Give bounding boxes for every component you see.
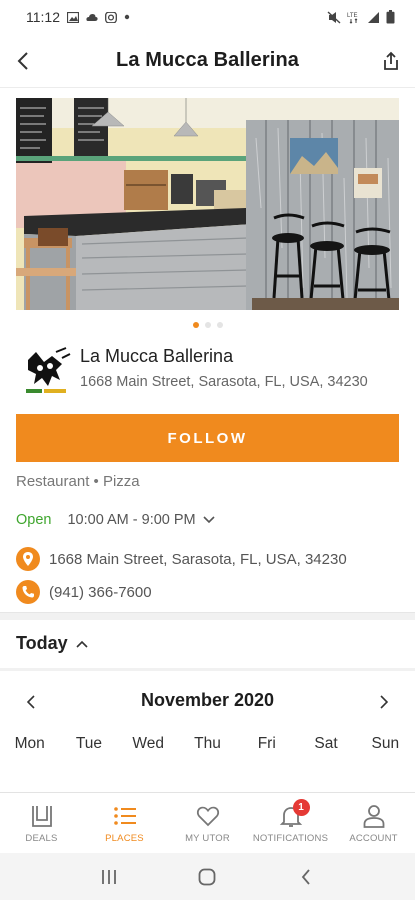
calendar-header: November 2020 bbox=[0, 686, 415, 716]
bottom-nav: DEALS PLACES MY UTOR 1 NOTIFICATIONS ACC… bbox=[0, 792, 415, 852]
image-icon bbox=[67, 11, 79, 23]
person-icon bbox=[363, 805, 384, 828]
location-pin-icon bbox=[16, 547, 40, 571]
weekday-sat: Sat bbox=[314, 735, 338, 752]
chevron-down-icon bbox=[203, 516, 215, 524]
nav-label: DEALS bbox=[25, 833, 58, 844]
share-icon bbox=[384, 51, 398, 70]
phone-icon bbox=[16, 580, 40, 604]
nav-my-utor[interactable]: MY UTOR bbox=[166, 793, 249, 852]
app-header: La Mucca Ballerina bbox=[0, 34, 415, 88]
nav-label: PLACES bbox=[105, 833, 144, 844]
hours-range: 10:00 AM - 9:00 PM bbox=[67, 512, 196, 528]
carousel-dot[interactable] bbox=[204, 322, 211, 328]
home-icon bbox=[199, 868, 216, 885]
chevron-up-icon bbox=[76, 640, 88, 648]
weekday-sun: Sun bbox=[371, 735, 400, 752]
business-info: La Mucca Ballerina 1668 Main Street, Sar… bbox=[16, 341, 399, 399]
lte-icon: LTE bbox=[347, 13, 358, 24]
carousel-dot[interactable] bbox=[216, 322, 223, 328]
signal-icon bbox=[368, 11, 379, 23]
system-back-button[interactable] bbox=[291, 862, 321, 892]
carousel-dots bbox=[0, 322, 415, 328]
weekday-wed: Wed bbox=[132, 735, 164, 752]
business-address: 1668 Main Street, Sarasota, FL, USA, 342… bbox=[80, 374, 368, 390]
battery-icon bbox=[386, 10, 395, 24]
heart-icon bbox=[196, 806, 219, 827]
system-nav-bar bbox=[0, 853, 415, 900]
dancing-cow-logo bbox=[22, 346, 72, 398]
nav-account[interactable]: ACCOUNT bbox=[332, 793, 415, 852]
section-divider bbox=[0, 668, 415, 671]
phone-text: (941) 366-7600 bbox=[49, 583, 152, 601]
weekday-thu: Thu bbox=[194, 735, 221, 752]
deals-icon bbox=[31, 806, 52, 827]
nav-label: NOTIFICATIONS bbox=[252, 833, 329, 844]
share-button[interactable] bbox=[377, 47, 405, 75]
chevron-left-icon bbox=[17, 52, 28, 70]
home-button[interactable] bbox=[192, 862, 222, 892]
chevron-right-icon bbox=[380, 695, 388, 709]
nav-deals[interactable]: DEALS bbox=[0, 793, 83, 852]
weekday-mon: Mon bbox=[14, 735, 45, 752]
weekday-tue: Tue bbox=[75, 735, 102, 752]
dot-icon bbox=[124, 14, 130, 20]
follow-button[interactable]: FOLLOW bbox=[16, 414, 399, 462]
page-title: La Mucca Ballerina bbox=[116, 49, 299, 71]
today-toggle[interactable]: Today bbox=[16, 633, 88, 654]
weekday-fri: Fri bbox=[257, 735, 276, 752]
calendar-weekdays: Mon Tue Wed Thu Fri Sat Sun bbox=[0, 735, 415, 753]
mute-icon bbox=[327, 10, 341, 24]
carousel-dot-active[interactable] bbox=[192, 322, 199, 328]
recent-apps-icon bbox=[102, 869, 117, 884]
cloud-icon bbox=[86, 13, 98, 21]
section-divider bbox=[0, 612, 415, 620]
notification-badge: 1 bbox=[292, 799, 310, 816]
cafe-interior-photo bbox=[16, 98, 399, 310]
nav-places[interactable]: PLACES bbox=[83, 793, 166, 852]
business-photo[interactable] bbox=[16, 98, 399, 310]
back-button[interactable] bbox=[10, 47, 36, 75]
status-bar: 11:12 LTE bbox=[0, 0, 415, 34]
hours-row[interactable]: Open 10:00 AM - 9:00 PM bbox=[16, 512, 215, 528]
instagram-icon bbox=[105, 11, 117, 23]
nav-label: ACCOUNT bbox=[349, 833, 398, 844]
today-label: Today bbox=[16, 633, 68, 653]
phone-row[interactable]: (941) 366-7600 bbox=[16, 580, 152, 604]
list-icon bbox=[113, 807, 136, 825]
svg-text:LTE: LTE bbox=[347, 13, 358, 19]
business-category: Restaurant • Pizza bbox=[16, 473, 140, 490]
nav-notifications[interactable]: 1 NOTIFICATIONS bbox=[249, 793, 332, 852]
address-row[interactable]: 1668 Main Street, Sarasota, FL, USA, 342… bbox=[16, 547, 347, 571]
calendar-month: November 2020 bbox=[140, 690, 275, 710]
open-status: Open bbox=[16, 512, 52, 528]
address-text: 1668 Main Street, Sarasota, FL, USA, 342… bbox=[49, 550, 347, 568]
business-name: La Mucca Ballerina bbox=[80, 346, 234, 366]
nav-label: MY UTOR bbox=[185, 833, 230, 844]
next-month-button[interactable] bbox=[373, 691, 395, 713]
back-icon bbox=[301, 868, 310, 885]
recent-apps-button[interactable] bbox=[94, 862, 124, 892]
status-time: 11:12 bbox=[26, 9, 60, 25]
